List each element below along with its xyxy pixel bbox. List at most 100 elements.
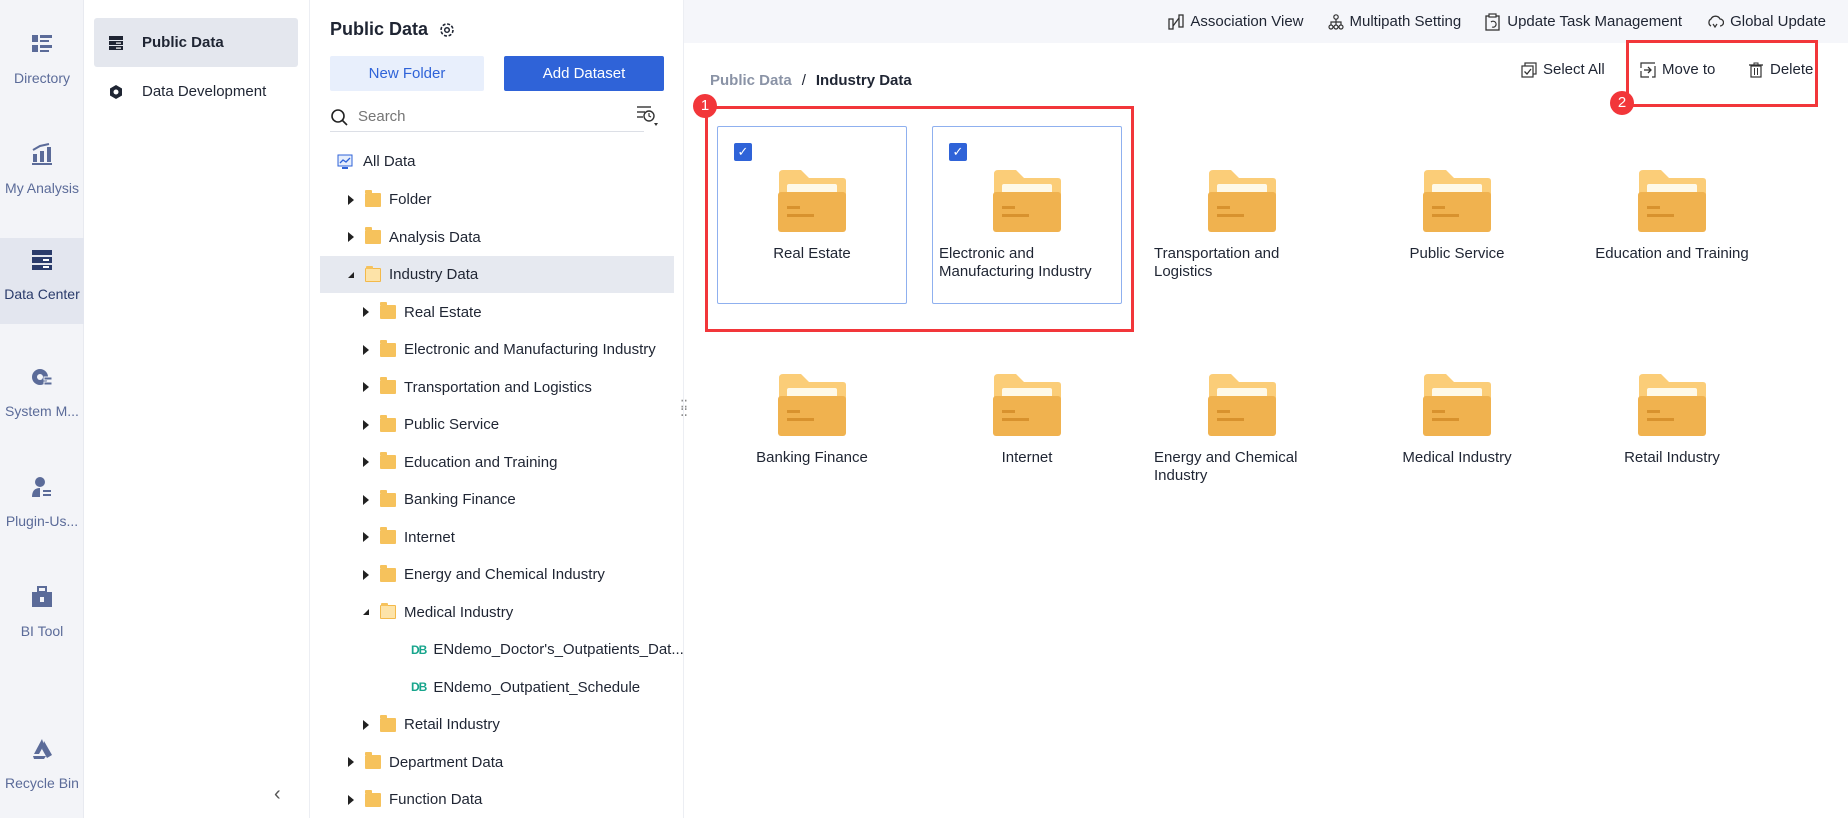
- folder-card[interactable]: Retail Industry: [1577, 330, 1767, 508]
- caret-right-icon[interactable]: [363, 494, 369, 505]
- nav-my-analysis[interactable]: My Analysis: [0, 132, 84, 218]
- caret-right-icon[interactable]: [363, 419, 369, 430]
- tree-dataset-item[interactable]: DB ENdemo_Doctor's_Outpatients_Dat...: [320, 631, 684, 668]
- folder-card-name: Retail Industry: [1624, 449, 1720, 466]
- resize-drag-handle-icon[interactable]: ⁚⁚ ⁚⁚: [680, 398, 688, 418]
- folder-card[interactable]: Medical Industry: [1362, 330, 1552, 508]
- folder-icon: [777, 374, 847, 436]
- tree-label: Function Data: [389, 791, 483, 808]
- caret-right-icon[interactable]: [348, 232, 354, 242]
- tree-label: Medical Industry: [404, 603, 514, 621]
- tree-folder-item[interactable]: Electronic and Manufacturing Industry: [320, 331, 674, 368]
- caret-down-icon[interactable]: [348, 271, 354, 278]
- tree-folder-item[interactable]: Industry Data: [320, 256, 674, 293]
- caret-right-icon[interactable]: [348, 757, 354, 767]
- caret-right-icon[interactable]: [348, 194, 354, 205]
- sort-filter-icon[interactable]: [635, 104, 659, 128]
- select-all-icon: [1521, 61, 1537, 78]
- select-all-button[interactable]: Select All: [1521, 61, 1605, 78]
- sub-item-data-development[interactable]: Data Development: [94, 67, 298, 116]
- caret-right-icon[interactable]: [363, 569, 369, 580]
- gear-icon[interactable]: [438, 21, 456, 39]
- sub-item-public-data[interactable]: Public Data: [94, 18, 298, 67]
- top-toolbar: Association View Multipath Setting Updat…: [684, 0, 1848, 43]
- tree-label: Real Estate: [404, 303, 482, 321]
- folder-icon: [1637, 374, 1707, 436]
- caret-right-icon[interactable]: [363, 457, 369, 467]
- caret-right-icon[interactable]: [363, 344, 369, 355]
- tree-label: Education and Training: [404, 453, 558, 471]
- search-field[interactable]: [330, 102, 644, 132]
- nav-plugin-user[interactable]: Plugin-Us...: [0, 465, 84, 551]
- folder-icon: [365, 789, 381, 807]
- caret-right-icon[interactable]: [363, 307, 369, 317]
- folder-icon: [380, 377, 396, 394]
- association-view-button[interactable]: Association View: [1168, 13, 1304, 30]
- tree-folder-item[interactable]: Real Estate: [320, 294, 674, 331]
- tree-folder-item[interactable]: Medical Industry: [320, 594, 674, 631]
- tree-folder-item[interactable]: Banking Finance: [320, 481, 674, 518]
- caret-down-icon[interactable]: [363, 609, 369, 615]
- tree-label: Industry Data: [389, 266, 479, 283]
- tree-folder-item[interactable]: Analysis Data: [320, 219, 674, 256]
- database-icon: [108, 35, 124, 51]
- folder-card[interactable]: Banking Finance: [717, 330, 907, 508]
- multipath-setting-button[interactable]: Multipath Setting: [1327, 13, 1461, 30]
- nav-system-management[interactable]: System M...: [0, 355, 84, 441]
- tree-label: Public Service: [404, 416, 500, 433]
- tree-folder-item[interactable]: Education and Training: [320, 444, 674, 481]
- nav-data-center[interactable]: Data Center: [0, 238, 84, 324]
- tree-folder-item[interactable]: Energy and Chemical Industry: [320, 556, 674, 593]
- collapse-panel-chevron-icon[interactable]: ‹: [274, 783, 281, 806]
- toolbar-label: Update Task Management: [1507, 13, 1683, 30]
- nav-label: Plugin-Us...: [5, 513, 79, 529]
- caret-right-icon[interactable]: [363, 532, 369, 542]
- breadcrumb-current: Industry Data: [815, 72, 912, 89]
- tree-folder-item[interactable]: Retail Industry: [320, 706, 674, 743]
- global-update-button[interactable]: Global Update: [1706, 13, 1826, 30]
- tree-label: Transportation and Logistics: [404, 378, 592, 396]
- tree-folder-item[interactable]: Folder: [320, 181, 674, 218]
- plugin-user-icon: [30, 475, 54, 499]
- folder-card[interactable]: Transportation and Logistics: [1147, 126, 1337, 304]
- new-folder-button[interactable]: New Folder: [330, 56, 484, 91]
- folder-card[interactable]: Energy and Chemical Industry: [1147, 330, 1337, 508]
- analysis-icon: [30, 142, 54, 166]
- folder-card-name: Banking Finance: [756, 449, 868, 466]
- folder-card-name: Public Service: [1409, 245, 1505, 262]
- tree-folder-item[interactable]: Public Service: [320, 406, 674, 443]
- tree-folder-item[interactable]: Transportation and Logistics: [320, 369, 674, 406]
- folder-card[interactable]: Education and Training: [1577, 126, 1767, 304]
- tree-label: Folder: [389, 191, 432, 208]
- nav-bi-tool[interactable]: BI Tool: [0, 575, 84, 661]
- nav-recycle-bin[interactable]: Recycle Bin: [0, 727, 84, 813]
- tree-dataset-item[interactable]: DB ENdemo_Outpatient_Schedule: [320, 669, 674, 706]
- caret-right-icon[interactable]: [363, 719, 369, 730]
- folder-card[interactable]: Internet: [932, 330, 1122, 508]
- caret-right-icon[interactable]: [363, 382, 369, 392]
- db-table-icon: DB: [411, 642, 427, 657]
- tree-label: Electronic and Manufacturing Industry: [404, 341, 656, 358]
- caret-right-icon[interactable]: [348, 794, 354, 805]
- tree-folder-item[interactable]: Internet: [320, 519, 674, 556]
- tree-folder-item[interactable]: Department Data: [320, 744, 674, 781]
- update-task-management-button[interactable]: Update Task Management: [1485, 12, 1683, 31]
- tree-folder-item[interactable]: Function Data: [320, 781, 674, 818]
- nav-directory[interactable]: Directory: [0, 22, 84, 108]
- folder-icon: [365, 752, 381, 769]
- add-dataset-button[interactable]: Add Dataset: [504, 56, 664, 91]
- nav-label: Directory: [13, 70, 70, 86]
- folder-icon: [380, 603, 396, 619]
- nav-label: System M...: [5, 403, 79, 419]
- tree-root-all-data[interactable]: All Data: [320, 143, 674, 180]
- folder-icon: [1637, 170, 1707, 232]
- folder-card[interactable]: Public Service: [1362, 126, 1552, 304]
- tree-label: ENdemo_Doctor's_Outpatients_Dat...: [433, 641, 684, 658]
- nav-label: BI Tool: [20, 623, 64, 639]
- recycle-bin-icon: [30, 737, 54, 761]
- search-input[interactable]: [358, 108, 598, 125]
- nav-label: My Analysis: [5, 180, 79, 196]
- toolbox-icon: [30, 585, 54, 609]
- breadcrumb-parent[interactable]: Public Data: [710, 72, 792, 89]
- folder-icon: [380, 564, 396, 582]
